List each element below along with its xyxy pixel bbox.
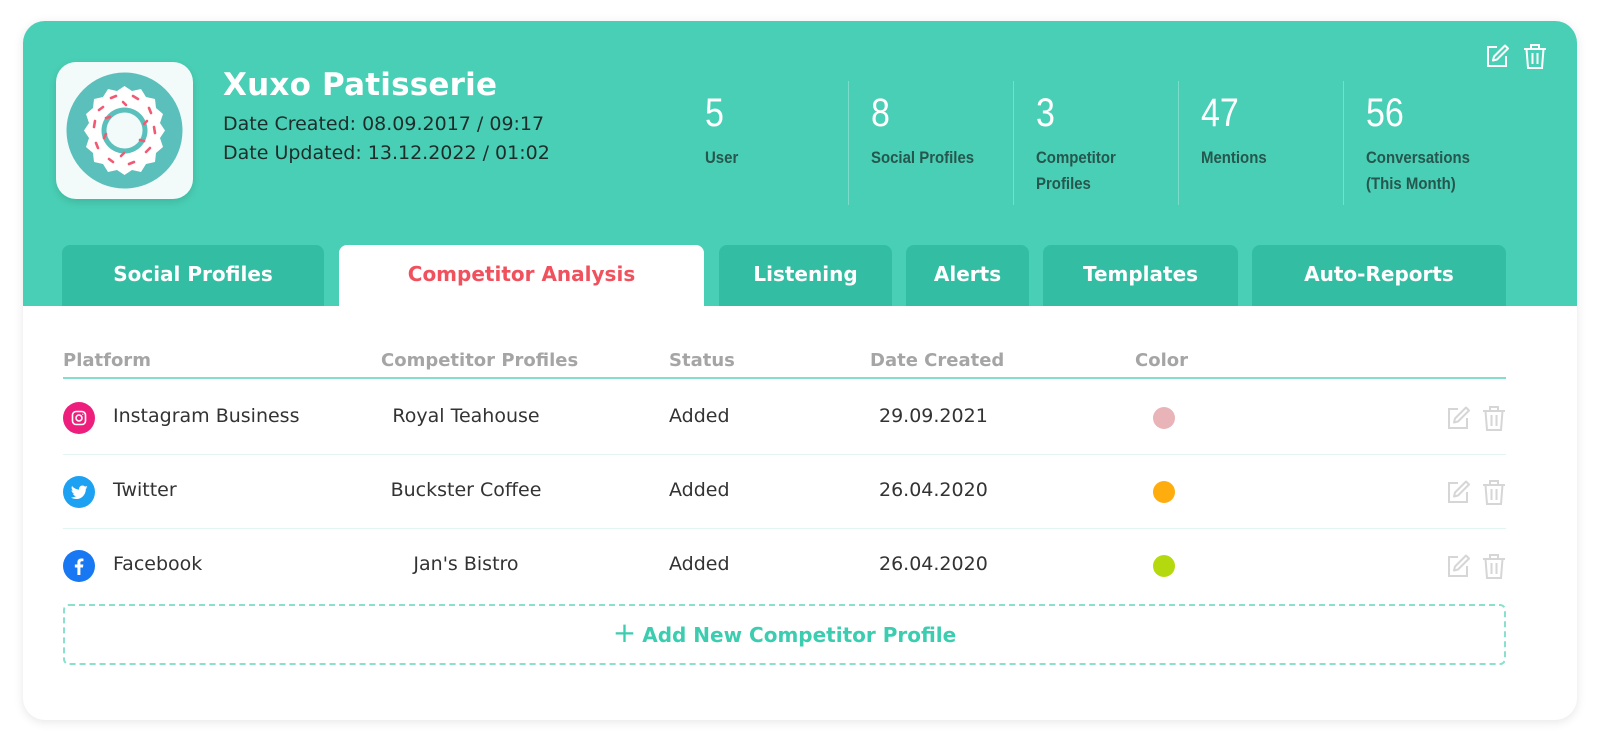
row-actions — [1446, 479, 1506, 505]
company-name: Xuxo Patisserie — [223, 67, 498, 103]
tab-listening[interactable]: Listening — [719, 245, 892, 306]
platform-name: Facebook — [113, 553, 203, 575]
stat-value: 3 — [1036, 91, 1055, 135]
stat-social-profiles: 8 Social Profiles — [848, 81, 1013, 205]
instagram-icon — [63, 402, 95, 434]
stat-label: User — [705, 148, 739, 167]
account-card: Xuxo Patisserie Date Created: 08.09.2017… — [23, 21, 1577, 720]
tab-social-profiles[interactable]: Social Profiles — [62, 245, 324, 306]
table-row: Instagram Business Royal Teahouse Added … — [63, 381, 1506, 455]
tab-templates[interactable]: Templates — [1043, 245, 1238, 306]
edit-icon[interactable] — [1446, 553, 1470, 579]
status-text: Added — [669, 479, 730, 501]
status-text: Added — [669, 553, 730, 575]
column-header-status: Status — [669, 350, 735, 371]
competitor-name: Buckster Coffee — [390, 479, 542, 501]
tab-auto-reports[interactable]: Auto-Reports — [1252, 245, 1506, 306]
row-actions — [1446, 553, 1506, 579]
stat-value: 47 — [1201, 91, 1239, 135]
table-header: Platform Competitor Profiles Status Date… — [63, 342, 1506, 379]
row-actions — [1446, 405, 1506, 431]
stat-value: 5 — [705, 91, 724, 135]
stat-label: Conversations (This Month) — [1366, 148, 1470, 193]
competitor-name: Jan's Bistro — [413, 553, 519, 575]
competitor-name: Royal Teahouse — [392, 405, 540, 427]
add-competitor-label: Add New Competitor Profile — [642, 622, 957, 647]
tab-alerts[interactable]: Alerts — [906, 245, 1029, 306]
donut-icon — [66, 72, 183, 189]
platform-name: Instagram Business — [113, 405, 300, 427]
plus-icon: + — [612, 616, 637, 649]
edit-icon[interactable] — [1446, 405, 1470, 431]
add-competitor-button[interactable]: + Add New Competitor Profile — [63, 604, 1506, 665]
stat-value: 56 — [1366, 91, 1404, 135]
column-header-date-created: Date Created — [870, 350, 1005, 371]
color-swatch — [1153, 555, 1175, 577]
date-updated: Date Updated: 13.12.2022 / 01:02 — [223, 142, 550, 164]
status-text: Added — [669, 405, 730, 427]
stat-value: 8 — [871, 91, 890, 135]
column-header-color: Color — [1135, 350, 1188, 371]
trash-icon[interactable] — [1482, 479, 1506, 505]
stat-label: Mentions — [1201, 148, 1267, 167]
date-created: 26.04.2020 — [879, 553, 988, 575]
stat-label: Competitor Profiles — [1036, 148, 1116, 193]
twitter-icon — [63, 476, 95, 508]
company-logo — [56, 62, 193, 199]
column-header-competitor-profiles: Competitor Profiles — [381, 350, 579, 371]
date-created: 26.04.2020 — [879, 479, 988, 501]
tab-competitor-analysis[interactable]: Competitor Analysis — [339, 245, 704, 306]
account-header: Xuxo Patisserie Date Created: 08.09.2017… — [23, 21, 1577, 306]
stat-conversations: 56 Conversations (This Month) — [1343, 81, 1508, 205]
date-created: Date Created: 08.09.2017 / 09:17 — [223, 113, 545, 135]
date-created: 29.09.2021 — [879, 405, 988, 427]
trash-icon[interactable] — [1523, 43, 1547, 69]
facebook-icon — [63, 550, 95, 582]
color-swatch — [1153, 481, 1175, 503]
header-actions — [1485, 43, 1547, 69]
stat-users: 5 User — [683, 81, 848, 205]
table-row: Twitter Buckster Coffee Added 26.04.2020 — [63, 455, 1506, 529]
edit-icon[interactable] — [1485, 43, 1509, 69]
trash-icon[interactable] — [1482, 405, 1506, 431]
stat-mentions: 47 Mentions — [1178, 81, 1343, 205]
edit-icon[interactable] — [1446, 479, 1470, 505]
stat-competitor-profiles: 3 Competitor Profiles — [1013, 81, 1178, 205]
stat-label: Social Profiles — [871, 148, 975, 167]
platform-name: Twitter — [113, 479, 177, 501]
stats-bar: 5 User 8 Social Profiles 3 Competitor Pr… — [683, 81, 1508, 205]
column-header-platform: Platform — [63, 350, 151, 371]
table-row: Facebook Jan's Bistro Added 26.04.2020 — [63, 529, 1506, 603]
trash-icon[interactable] — [1482, 553, 1506, 579]
color-swatch — [1153, 407, 1175, 429]
